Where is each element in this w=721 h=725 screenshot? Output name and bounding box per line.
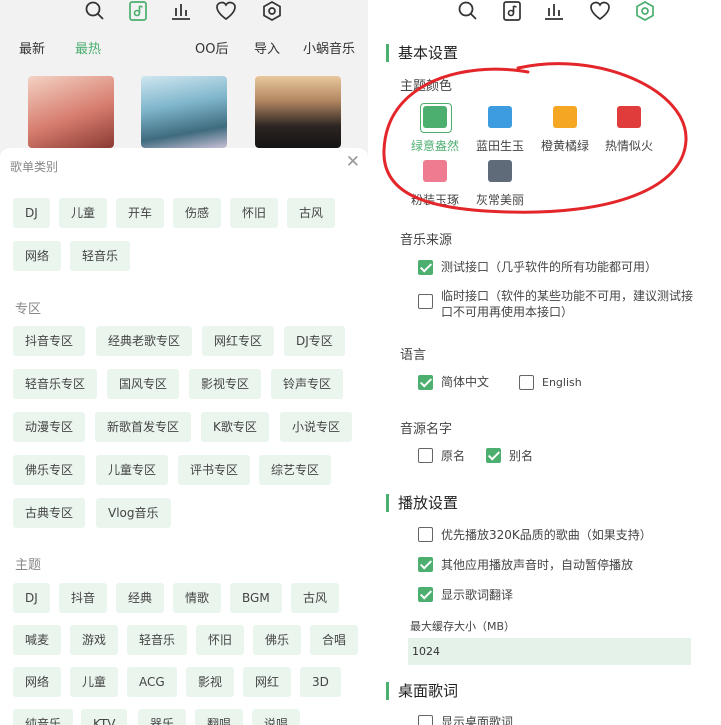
lang-zh-checkbox[interactable] (418, 375, 433, 390)
category-tag[interactable]: 网络 (13, 241, 62, 271)
theme-tag[interactable]: 影视 (186, 667, 235, 697)
theme-tag[interactable]: 合唱 (310, 625, 359, 655)
theme-tag[interactable]: 网络 (13, 667, 62, 697)
play-settings-title: 播放设置 (386, 494, 458, 512)
name-original-checkbox[interactable] (418, 448, 433, 463)
zone-tag[interactable]: 抖音专区 (13, 326, 86, 356)
playlist-cover[interactable] (141, 76, 227, 148)
desktop-lyric-title: 桌面歌词 (386, 682, 458, 700)
music-source-label: 音乐来源 (400, 233, 453, 248)
zone-tag[interactable]: DJ专区 (284, 326, 345, 356)
zone-tag[interactable]: 小说专区 (280, 412, 353, 442)
nav-hot[interactable]: 最热 (75, 38, 101, 57)
zone-tag[interactable]: K歌专区 (201, 412, 269, 442)
zone-tag[interactable]: 网红专区 (202, 326, 275, 356)
theme-section-title: 主题 (15, 558, 42, 573)
theme-tag[interactable]: DJ (13, 583, 50, 613)
name-alias-checkbox[interactable] (486, 448, 501, 463)
theme-tag[interactable]: 器乐 (138, 709, 187, 725)
playlist-cover[interactable] (28, 76, 114, 148)
theme-tag[interactable]: 古风 (291, 583, 340, 613)
play-opt3-checkbox[interactable] (418, 587, 433, 602)
sheet-title: 歌单类别 (10, 160, 59, 174)
theme-tag[interactable]: ACG (127, 667, 177, 697)
play-opt2-checkbox[interactable] (418, 557, 433, 572)
source-test-checkbox[interactable] (418, 260, 433, 275)
theme-tag[interactable]: 喊麦 (13, 625, 62, 655)
theme-tag[interactable]: 翻唱 (195, 709, 244, 725)
category-nav: 最新 最热 OO后 导入 小蜗音乐 (0, 36, 368, 58)
zone-tag[interactable]: 动漫专区 (13, 412, 86, 442)
zone-tag[interactable]: 评书专区 (178, 455, 251, 485)
category-tag[interactable]: 轻音乐 (70, 241, 131, 271)
lang-en-checkbox[interactable] (519, 375, 534, 390)
category-tag[interactable]: 儿童 (59, 198, 108, 228)
desktop-lyric-label: 显示桌面歌词 (441, 715, 514, 725)
zone-tag[interactable]: 古典专区 (13, 498, 86, 528)
cache-size-label: 最大缓存大小（MB） (410, 620, 516, 633)
source-temp-label-1: 临时接口（软件的某些功能不可用，建议测试接 (441, 289, 694, 303)
source-test-label: 测试接口（几乎软件的所有功能都可用） (441, 260, 658, 274)
top-icon-bar (0, 0, 368, 28)
theme-tag[interactable]: 游戏 (70, 625, 119, 655)
zone-tag[interactable]: 新歌首发专区 (95, 412, 192, 442)
source-temp-checkbox[interactable] (418, 294, 433, 309)
zone-tag[interactable]: Vlog音乐 (96, 498, 171, 528)
theme-tag[interactable]: 纯音乐 (13, 709, 74, 725)
zone-tag[interactable]: 轻音乐专区 (13, 369, 98, 399)
zone-section-title: 专区 (15, 302, 42, 317)
song-list-pane: 最新 最热 OO后 导入 小蜗音乐 歌单类别 ✕ DJ 儿童 开车 伤感 怀旧 … (0, 0, 368, 725)
theme-tag[interactable]: 经典 (116, 583, 165, 613)
theme-tag[interactable]: 轻音乐 (127, 625, 188, 655)
theme-tag[interactable]: 情歌 (173, 583, 222, 613)
lang-en-label: English (542, 376, 582, 389)
source-name-label: 音源名字 (400, 422, 453, 437)
theme-tag[interactable]: 抖音 (59, 583, 108, 613)
language-label: 语言 (400, 348, 427, 363)
category-tag[interactable]: 伤感 (173, 198, 222, 228)
category-tag[interactable]: 古风 (287, 198, 336, 228)
theme-tag[interactable]: 3D (300, 667, 341, 697)
zone-tag[interactable]: 铃声专区 (271, 369, 344, 399)
theme-tag[interactable]: 怀旧 (196, 625, 245, 655)
cache-size-input[interactable]: 1024 (408, 638, 691, 665)
nav-source[interactable]: 小蜗音乐 (303, 38, 355, 57)
category-tag[interactable]: 开车 (116, 198, 165, 228)
lang-zh-label: 简体中文 (441, 375, 490, 389)
theme-tag[interactable]: 儿童 (70, 667, 119, 697)
source-temp-label-2: 口不可用再使用本接口） (441, 305, 574, 319)
play-opt1-label: 优先播放320K品质的歌曲（如果支持） (441, 528, 652, 542)
settings-pane: 基本设置 主题颜色 绿意盎然 蓝田生玉 橙黄橘绿 热情似火 粉装玉琢 灰常美丽 … (368, 0, 721, 725)
song-list-icon[interactable] (127, 0, 149, 22)
zone-tag[interactable]: 国风专区 (107, 369, 180, 399)
play-opt3-label: 显示歌词翻译 (441, 588, 514, 602)
play-opt1-checkbox[interactable] (418, 527, 433, 542)
close-icon[interactable]: ✕ (346, 152, 360, 172)
name-original-label: 原名 (441, 449, 466, 463)
heart-icon[interactable] (215, 0, 237, 22)
settings-icon[interactable] (261, 0, 283, 22)
zone-tag[interactable]: 影视专区 (189, 369, 262, 399)
zone-tag[interactable]: 综艺专区 (259, 455, 332, 485)
nav-latest[interactable]: 最新 (19, 38, 45, 57)
category-tag[interactable]: 怀旧 (230, 198, 279, 228)
playlist-cover[interactable] (255, 76, 341, 148)
name-alias-label: 别名 (509, 449, 534, 463)
play-opt2-label: 其他应用播放声音时，自动暂停播放 (441, 558, 634, 572)
zone-tag[interactable]: 经典老歌专区 (96, 326, 193, 356)
chart-icon[interactable] (170, 0, 192, 22)
theme-tag[interactable]: 网红 (243, 667, 292, 697)
zone-tag[interactable]: 佛乐专区 (13, 455, 86, 485)
theme-tag[interactable]: 说唱 (252, 709, 301, 725)
category-tag[interactable]: DJ (13, 198, 50, 228)
theme-tag[interactable]: 佛乐 (253, 625, 302, 655)
nav-import[interactable]: 导入 (254, 38, 280, 57)
desktop-lyric-checkbox[interactable] (418, 715, 433, 725)
theme-tag[interactable]: KTV (81, 709, 128, 725)
search-icon[interactable] (84, 0, 106, 22)
nav-00s[interactable]: OO后 (195, 38, 228, 57)
theme-tag[interactable]: BGM (230, 583, 282, 613)
category-sheet: 歌单类别 ✕ DJ 儿童 开车 伤感 怀旧 古风 网络 轻音乐 专区 抖音专区 … (0, 148, 368, 725)
zone-tag[interactable]: 儿童专区 (96, 455, 169, 485)
